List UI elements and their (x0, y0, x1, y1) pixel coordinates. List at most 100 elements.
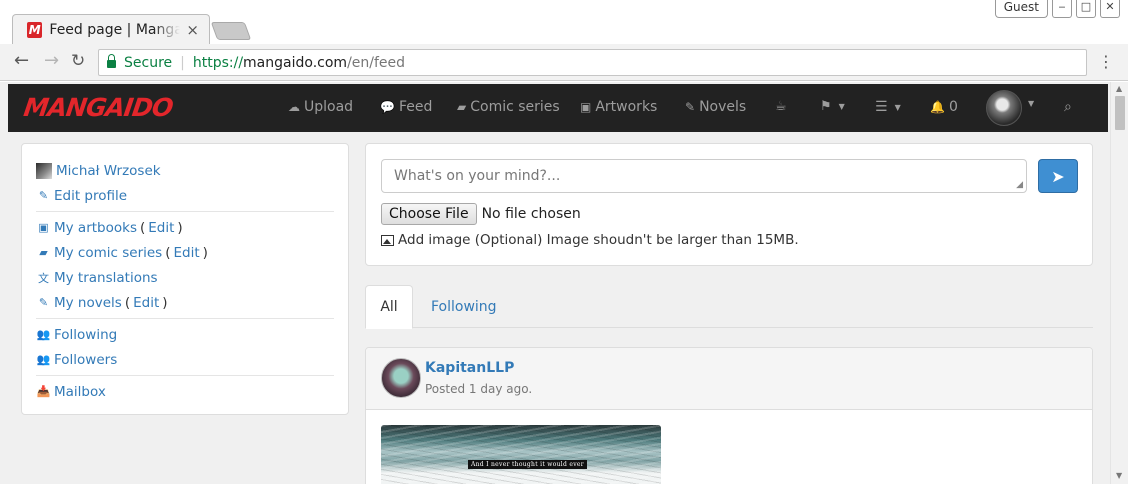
sidebar-user-name: Michał Wrzosek (56, 162, 161, 179)
browser-titlebar: M Feed page | Mangaido × Guest ‒ □ ✕ (0, 0, 1128, 44)
profile-button[interactable]: Guest (994, 0, 1048, 18)
my-novels-link[interactable]: My novels (54, 295, 122, 311)
feed-tabs: All Following (365, 285, 1093, 329)
sidebar-item-my-translations[interactable]: 文 My translations (36, 265, 334, 290)
user-menu-caret[interactable]: ▼ (1025, 99, 1034, 108)
paren-open: ( (165, 244, 171, 261)
image-hint: Add image (Optional) Image shoudn't be l… (381, 232, 799, 248)
edit-artbooks-link[interactable]: Edit (148, 220, 174, 236)
tab-title: Feed page | Mangaido (49, 21, 181, 38)
translate-icon: 文 (38, 271, 49, 285)
sidebar-edit-profile[interactable]: ✎ Edit profile (36, 183, 334, 208)
users-icon: 👥 (36, 328, 51, 341)
nav-artworks[interactable]: ▣ Artworks (580, 99, 657, 115)
scrollbar-thumb[interactable] (1115, 96, 1125, 130)
book-icon: ▰ (39, 246, 48, 259)
post-timestamp: Posted 1 day ago. (425, 382, 533, 396)
search-icon: ⌕ (1064, 99, 1072, 115)
author-avatar[interactable] (381, 358, 421, 398)
picture-icon: ▣ (38, 221, 49, 234)
nav-upload-label: Upload (304, 99, 354, 115)
minimize-icon[interactable]: ‒ (1052, 0, 1072, 18)
compose-panel: What's on your mind?... ◢ ➤ Choose File … (365, 143, 1093, 266)
notification-count: 0 (948, 99, 958, 115)
nav-bowl[interactable]: ☕ (775, 99, 787, 114)
post-author[interactable]: KapitanLLP (425, 360, 514, 376)
address-bar[interactable]: Secure | https:// mangaido.com /en/feed (98, 49, 1087, 76)
maximize-icon[interactable]: □ (1076, 0, 1096, 18)
nav-novels[interactable]: ✎ Novels (685, 99, 746, 115)
new-tab-button[interactable] (210, 22, 252, 40)
bowl-icon: ☕ (775, 99, 787, 114)
back-arrow-icon[interactable]: ← (14, 51, 29, 71)
pencil-icon: ✎ (38, 189, 49, 202)
url-separator: | (180, 54, 185, 71)
cloud-upload-icon: ☁ (288, 100, 300, 114)
resize-grip-icon[interactable]: ◢ (1016, 180, 1023, 190)
paren-close: ) (202, 244, 208, 261)
edit-icon: ✎ (38, 296, 49, 309)
page-viewport: MANGAIDO ☁ Upload 💬 Feed ▰ Comic series … (0, 82, 1128, 484)
url-path: /en/feed (347, 54, 406, 71)
nav-novels-label: Novels (699, 99, 747, 115)
edit-icon: ✎ (685, 100, 696, 114)
browser-tab[interactable]: M Feed page | Mangaido × (12, 14, 210, 44)
my-artbooks-link[interactable]: My artbooks (54, 220, 137, 236)
scroll-down-arrow-icon[interactable]: ▼ (1116, 471, 1122, 480)
no-file-label: No file chosen (481, 206, 581, 222)
hamburger-icon: ☰ (875, 99, 888, 115)
edit-novels-link[interactable]: Edit (133, 295, 159, 311)
tab-close-icon[interactable]: × (186, 21, 199, 39)
sidebar-user-profile[interactable]: Michał Wrzosek (36, 158, 334, 183)
divider (36, 375, 334, 376)
reload-icon[interactable]: ↻ (71, 51, 85, 71)
nav-menu-dropdown[interactable]: ☰ ▼ (875, 99, 901, 115)
browser-toolbar: ← → ↻ Secure | https:// mangaido.com /en… (0, 44, 1128, 81)
tab-following[interactable]: Following (431, 285, 497, 328)
edit-comic-series-link[interactable]: Edit (174, 245, 200, 261)
followers-label: Followers (54, 351, 118, 368)
tab-all[interactable]: All (365, 285, 413, 329)
user-avatar[interactable] (986, 90, 1022, 126)
book-icon: ▰ (457, 100, 467, 114)
user-thumbnail (36, 162, 52, 179)
close-window-icon[interactable]: ✕ (1100, 0, 1120, 18)
nav-artworks-label: Artworks (595, 99, 658, 115)
sidebar-item-my-artbooks: ▣ My artbooks ( Edit ) (36, 215, 334, 240)
sidebar-item-mailbox[interactable]: 📥 Mailbox (36, 379, 334, 404)
mailbox-label: Mailbox (54, 383, 106, 400)
post-image[interactable]: And I never thought it would ever (381, 425, 661, 484)
nav-upload[interactable]: ☁ Upload (288, 99, 353, 115)
status-textarea[interactable]: What's on your mind?... ◢ (381, 159, 1027, 193)
status-placeholder: What's on your mind?... (394, 168, 561, 184)
picture-icon (381, 234, 394, 246)
comments-icon: 💬 (380, 100, 395, 114)
divider (36, 211, 334, 212)
nav-feed[interactable]: 💬 Feed (380, 99, 432, 115)
nav-comic-series[interactable]: ▰ Comic series (457, 99, 560, 115)
users-icon: 👥 (36, 353, 51, 366)
site-logo[interactable]: MANGAIDO (22, 93, 174, 122)
nav-search[interactable]: ⌕ (1064, 99, 1072, 115)
forward-arrow-icon[interactable]: → (44, 51, 59, 71)
sidebar-item-following[interactable]: 👥 Following (36, 322, 334, 347)
choose-file-button[interactable]: Choose File (381, 203, 477, 225)
my-translations-label: My translations (54, 269, 158, 286)
url-scheme: https:// (192, 54, 244, 71)
my-comic-series-link[interactable]: My comic series (54, 245, 162, 261)
nav-notifications[interactable]: 🔔 0 (930, 99, 958, 115)
picture-icon: ▣ (580, 100, 592, 114)
browser-menu-icon[interactable]: ⋮ (1098, 53, 1114, 71)
scroll-up-arrow-icon[interactable]: ▲ (1116, 84, 1122, 93)
following-label: Following (54, 326, 118, 343)
sidebar-item-followers[interactable]: 👥 Followers (36, 347, 334, 372)
nav-language-dropdown[interactable]: ⚑ ▼ (820, 99, 845, 114)
nav-feed-label: Feed (398, 99, 433, 115)
post-header: KapitanLLP Posted 1 day ago. (366, 348, 1092, 410)
bell-icon: 🔔 (930, 100, 945, 114)
feed-post: KapitanLLP Posted 1 day ago. And I never… (365, 347, 1093, 484)
image-hint-label: Add image (Optional) Image shoudn't be l… (398, 232, 799, 248)
sidebar-item-my-novels: ✎ My novels ( Edit ) (36, 290, 334, 315)
page-scrollbar[interactable]: ▲ ▼ (1110, 82, 1128, 484)
send-button[interactable]: ➤ (1038, 159, 1078, 193)
